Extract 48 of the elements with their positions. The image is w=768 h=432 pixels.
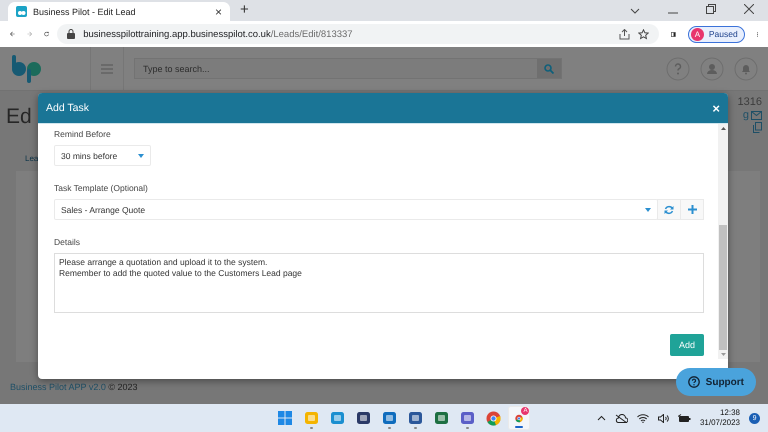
address-bar[interactable]: businesspilottraining.app.businesspilot.co.uk/Leads/Edit/813337 xyxy=(57,24,660,44)
task-template-dropdown[interactable]: Sales - Arrange Quote xyxy=(54,199,658,220)
support-button[interactable]: Support xyxy=(676,368,756,396)
restore-icon[interactable] xyxy=(706,4,716,14)
minimize-icon[interactable] xyxy=(668,12,678,14)
chevron-down-icon[interactable] xyxy=(630,8,640,14)
details-field[interactable]: Please arrange a quotation and upload it to the system. Remember to add the quoted value to the Customers Lead page xyxy=(54,253,704,313)
caret-icon xyxy=(645,208,651,212)
windows-logo-icon xyxy=(278,411,292,425)
reference-number: 1316 xyxy=(738,96,762,108)
battery-icon[interactable] xyxy=(678,414,691,422)
search-bar[interactable]: Type to search... xyxy=(134,58,562,79)
add-template-button[interactable] xyxy=(680,199,704,220)
field-label: Task Template (Optional) xyxy=(54,183,148,193)
share-icon[interactable] xyxy=(619,28,630,40)
scrollbar[interactable] xyxy=(718,124,728,359)
avatar: A xyxy=(690,28,704,40)
search-icon xyxy=(544,64,554,74)
new-tab-button[interactable]: + xyxy=(234,1,255,21)
lock-icon xyxy=(67,29,76,39)
dialog-title: Add Task xyxy=(46,102,90,114)
field-label: Remind Before xyxy=(54,129,111,139)
tab-title: Business Pilot - Edit Lead xyxy=(33,6,137,16)
browser-tab[interactable]: Business Pilot - Edit Lead × xyxy=(8,2,230,21)
scroll-up-icon[interactable] xyxy=(720,127,726,130)
help-icon xyxy=(688,376,700,388)
clock[interactable]: 12:38 31/07/2023 xyxy=(700,408,740,428)
close-button[interactable]: × xyxy=(712,100,720,116)
wifi-icon[interactable] xyxy=(636,414,649,422)
chevron-up-icon[interactable] xyxy=(596,415,606,421)
close-icon[interactable] xyxy=(744,4,754,14)
refresh-icon xyxy=(664,204,674,214)
favicon-icon xyxy=(16,6,27,17)
copyright-text: © 2023 xyxy=(108,382,138,392)
caret-icon xyxy=(138,154,144,158)
cloud-icon[interactable] xyxy=(614,414,628,422)
refresh-button[interactable] xyxy=(657,199,681,220)
speaker-icon[interactable] xyxy=(658,414,669,422)
star-icon[interactable] xyxy=(638,28,650,40)
scroll-down-icon[interactable] xyxy=(720,353,726,356)
page-heading: Ed xyxy=(6,105,32,130)
remind-before-dropdown[interactable]: 30 mins before xyxy=(54,145,151,166)
url-text: businesspilottraining.app.businesspilot.co.uk/Leads/Edit/813337 xyxy=(83,28,353,40)
field-label: Details xyxy=(54,237,80,247)
profile-button[interactable]: A Paused xyxy=(688,26,745,42)
scroll-thumb[interactable] xyxy=(719,225,727,350)
tab-close-button[interactable]: × xyxy=(214,4,222,18)
plus-icon xyxy=(688,205,696,214)
